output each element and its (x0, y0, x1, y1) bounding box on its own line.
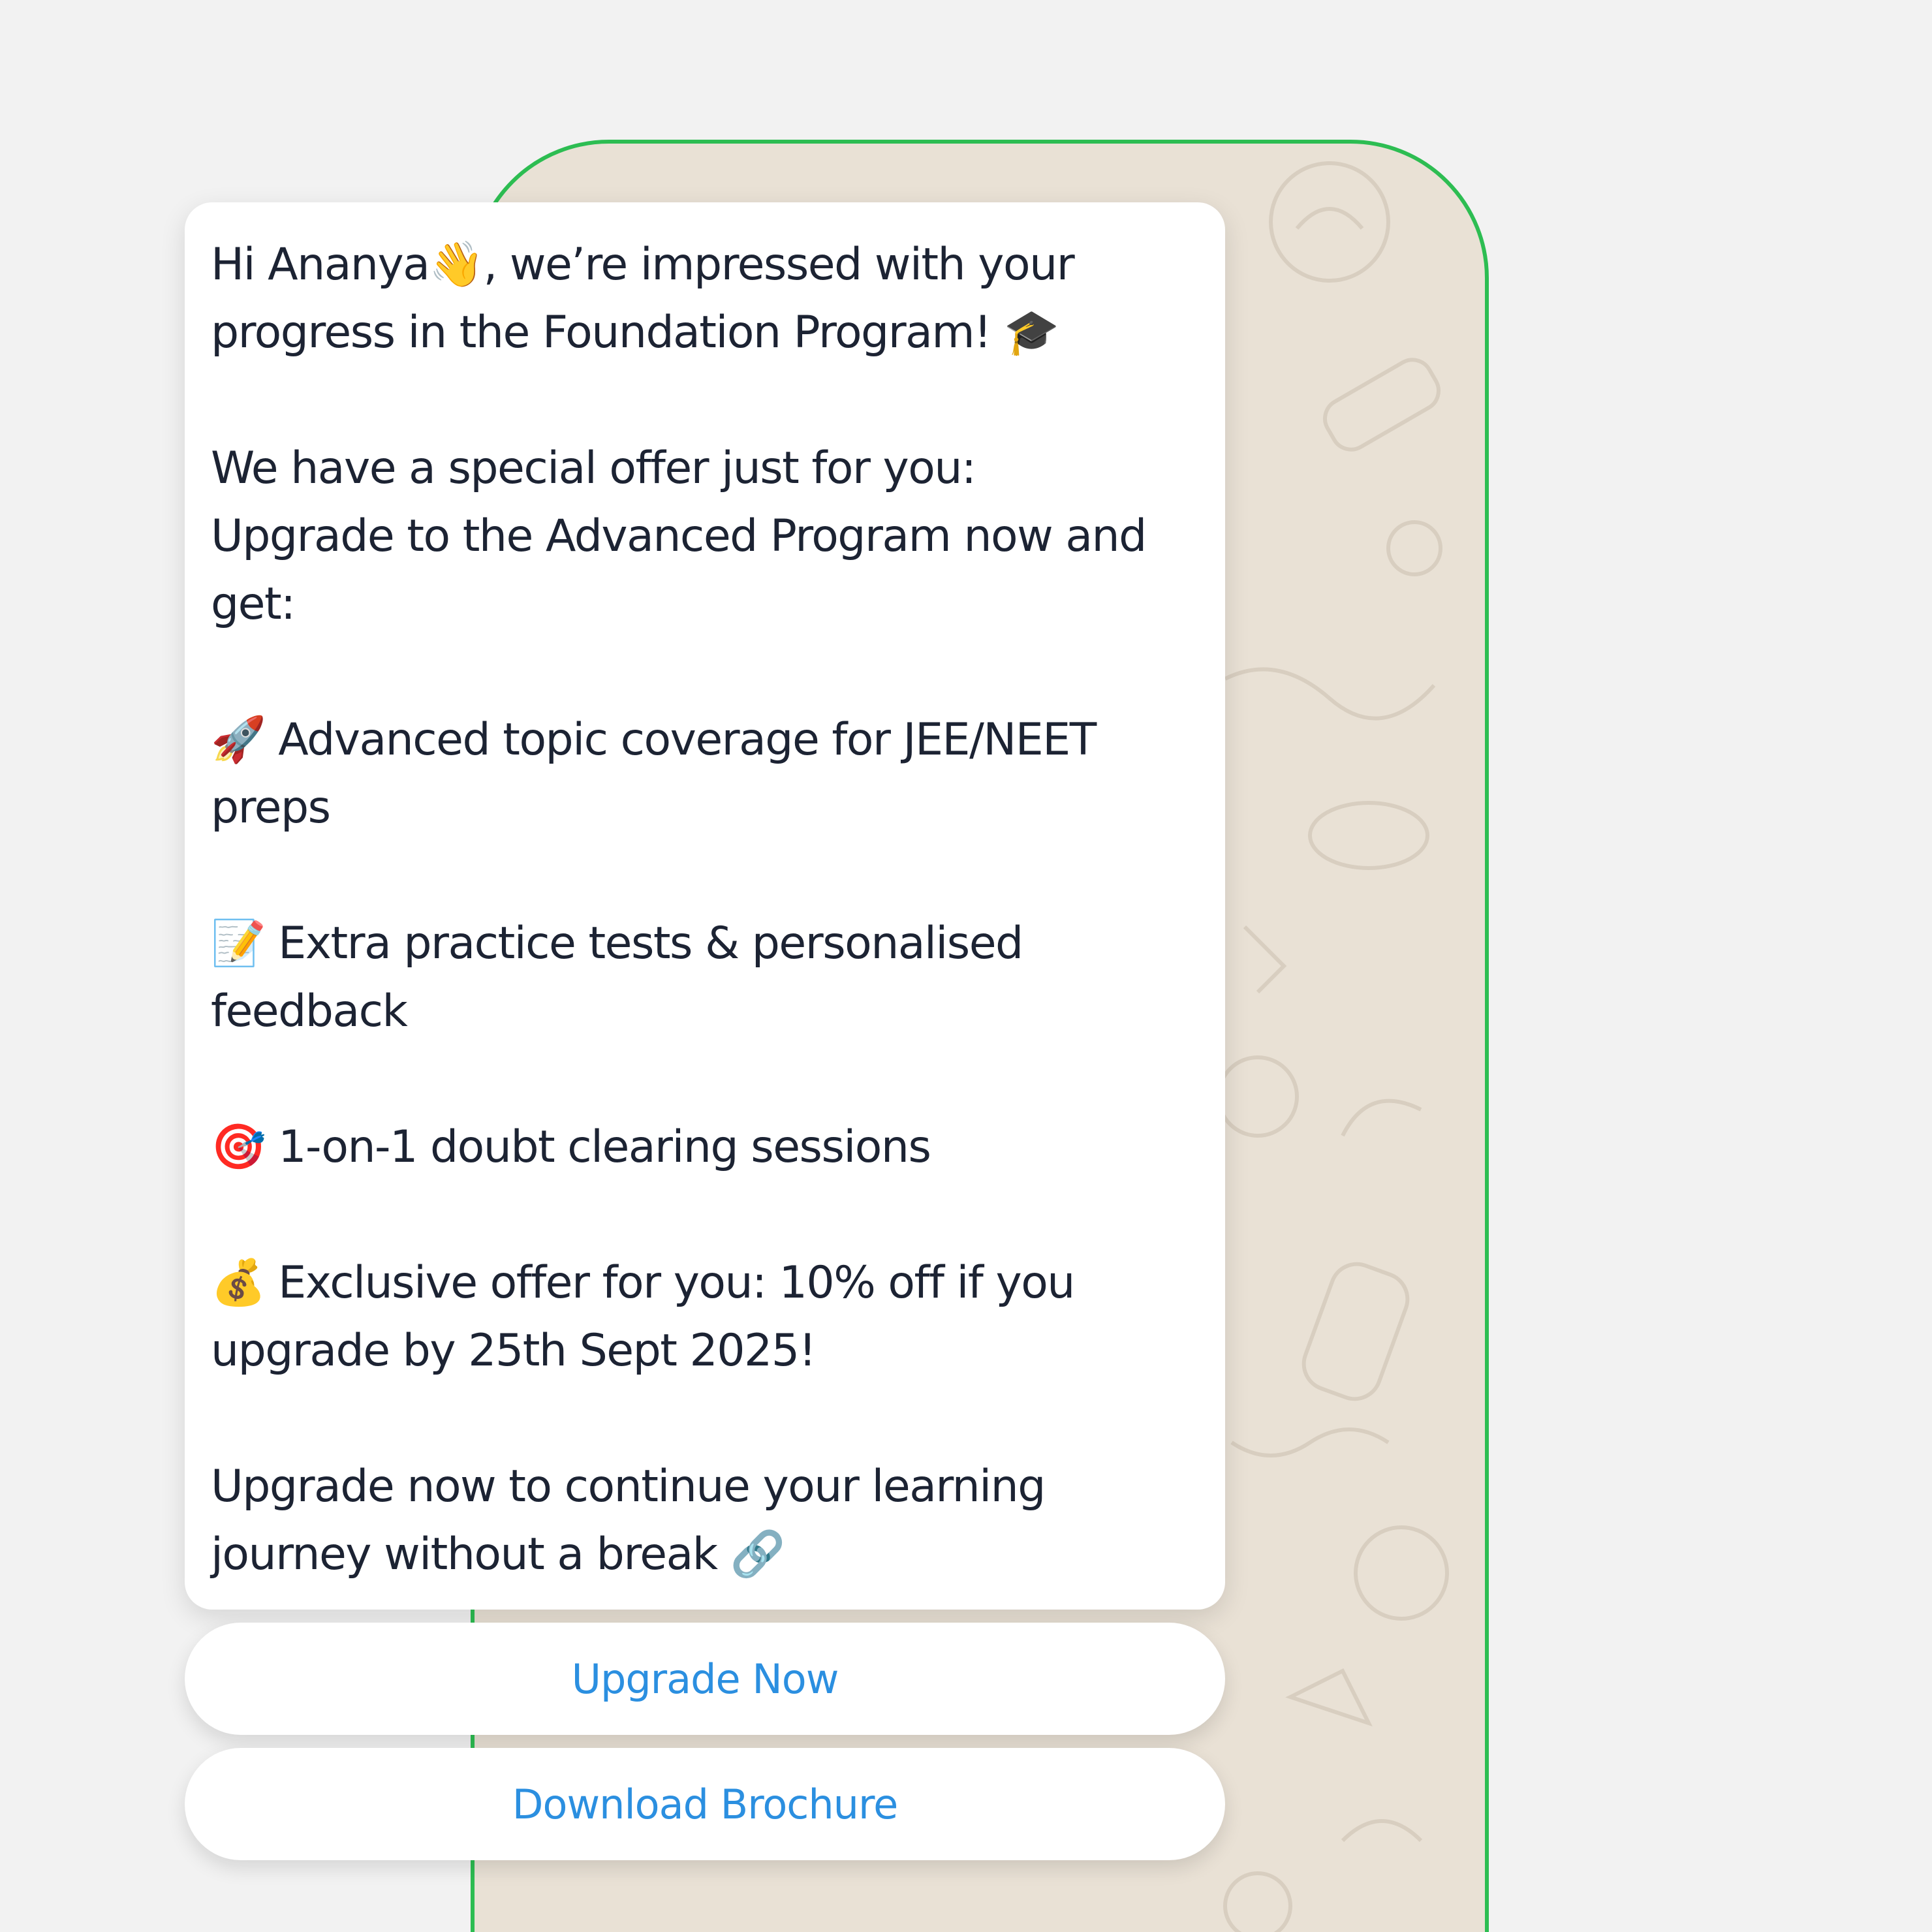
benefit-exclusive-offer: upgrade by 25th Sept 2025! (211, 1325, 817, 1377)
benefit-practice-tests: 📝 Extra practice tests & personalised (211, 918, 1023, 969)
benefit-practice-tests: feedback (211, 986, 408, 1037)
greeting-line: progress in the Foundation Program! 🎓 (211, 307, 1059, 358)
greeting-line: Hi Ananya👋, we’re impressed with your (211, 239, 1075, 290)
message-bubble: Hi Ananya👋, we’re impressed with your pr… (185, 202, 1225, 1610)
closing-line: journey without a break 🔗 (211, 1529, 785, 1580)
offer-line: Upgrade to the Advanced Program now and (211, 510, 1147, 562)
benefit-exclusive-offer: 💰 Exclusive offer for you: 10% off if yo… (211, 1257, 1075, 1309)
benefit-advanced-topics: preps (211, 782, 331, 834)
offer-line: get: (211, 578, 296, 630)
upgrade-now-button[interactable]: Upgrade Now (185, 1623, 1225, 1735)
download-brochure-button[interactable]: Download Brochure (185, 1748, 1225, 1860)
whatsapp-message-preview: Hi Ananya👋, we’re impressed with your pr… (0, 0, 1932, 1932)
closing-line: Upgrade now to continue your learning (211, 1461, 1046, 1512)
benefit-doubt-sessions: 🎯 1-on-1 doubt clearing sessions (211, 1121, 931, 1173)
offer-line: We have a special offer just for you: (211, 443, 976, 494)
benefit-advanced-topics: 🚀 Advanced topic coverage for JEE/NEET (211, 714, 1097, 766)
